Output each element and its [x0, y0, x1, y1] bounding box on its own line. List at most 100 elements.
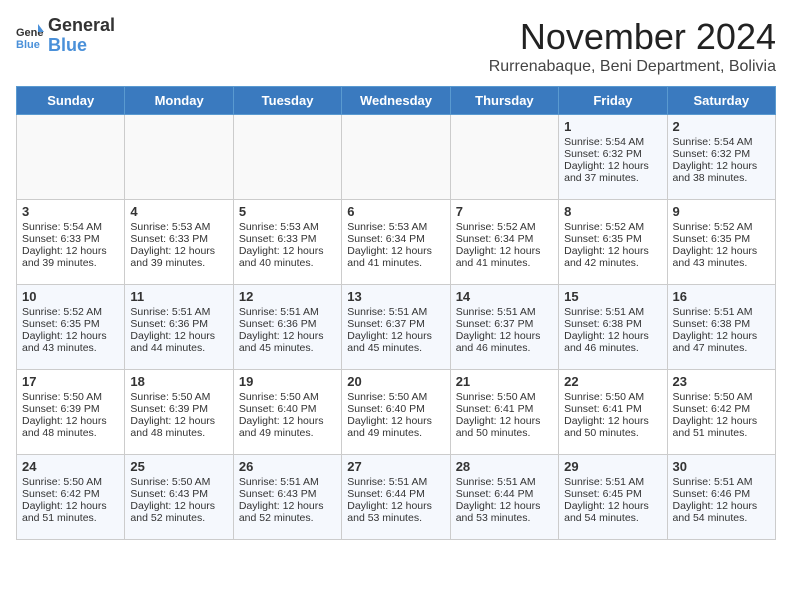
title-section: November 2024 Rurrenabaque, Beni Departm… — [489, 16, 776, 76]
calendar-cell: 8Sunrise: 5:52 AMSunset: 6:35 PMDaylight… — [559, 200, 667, 285]
cell-info-line: Sunset: 6:39 PM — [130, 403, 227, 415]
cell-info-line: Sunset: 6:33 PM — [239, 233, 336, 245]
cell-info-line: Sunset: 6:40 PM — [239, 403, 336, 415]
cell-info-line: Sunrise: 5:51 AM — [239, 476, 336, 488]
calendar-cell: 23Sunrise: 5:50 AMSunset: 6:42 PMDayligh… — [667, 370, 775, 455]
cell-info-line: Sunset: 6:35 PM — [564, 233, 661, 245]
calendar-cell: 27 Sunrise: 5:51 AMSunset: 6:44 PMDayligh… — [342, 455, 450, 540]
cell-info-line: Sunrise: 5:51 AM — [456, 476, 553, 488]
cell-info-line: Sunrise: 5:51 AM — [673, 306, 770, 318]
calendar-cell: 16Sunrise: 5:51 AMSunset: 6:38 PMDayligh… — [667, 285, 775, 370]
logo-icon: General Blue — [16, 22, 44, 50]
weekday-header-row: SundayMondayTuesdayWednesdayThursdayFrid… — [17, 87, 776, 115]
day-number: 6 — [347, 204, 444, 219]
cell-info-line: Sunset: 6:41 PM — [564, 403, 661, 415]
cell-info-line: Sunrise: 5:51 AM — [347, 476, 444, 488]
cell-info-line: Daylight: 12 hours and 43 minutes. — [673, 245, 770, 269]
cell-info-line: Sunset: 6:38 PM — [564, 318, 661, 330]
cell-info-line: Daylight: 12 hours and 42 minutes. — [564, 245, 661, 269]
calendar-week-row: 1Sunrise: 5:54 AMSunset: 6:32 PMDaylight… — [17, 115, 776, 200]
weekday-header-sunday: Sunday — [17, 87, 125, 115]
cell-info-line: Sunset: 6:43 PM — [130, 488, 227, 500]
calendar-cell — [342, 115, 450, 200]
calendar-cell: 3Sunrise: 5:54 AMSunset: 6:33 PMDaylight… — [17, 200, 125, 285]
cell-info-line: Sunrise: 5:50 AM — [239, 391, 336, 403]
cell-info-line: Sunrise: 5:50 AM — [564, 391, 661, 403]
weekday-header-monday: Monday — [125, 87, 233, 115]
cell-info-line: Daylight: 12 hours and 48 minutes. — [130, 415, 227, 439]
cell-info-line: Sunset: 6:42 PM — [22, 488, 119, 500]
calendar-cell: 25 Sunrise: 5:50 AMSunset: 6:43 PMDayligh… — [125, 455, 233, 540]
cell-info-line: Daylight: 12 hours and 47 minutes. — [673, 330, 770, 354]
cell-info-line: Daylight: 12 hours and 45 minutes. — [239, 330, 336, 354]
calendar-cell: 19 Sunrise: 5:50 AMSunset: 6:40 PMDayligh… — [233, 370, 341, 455]
cell-info-line: Daylight: 12 hours and 38 minutes. — [673, 160, 770, 184]
cell-info-line: Sunset: 6:34 PM — [347, 233, 444, 245]
cell-info-line: Sunrise: 5:53 AM — [239, 221, 336, 233]
cell-info-line: Daylight: 12 hours and 53 minutes. — [347, 500, 444, 524]
calendar-cell: 21Sunrise: 5:50 AMSunset: 6:41 PMDayligh… — [450, 370, 558, 455]
weekday-header-saturday: Saturday — [667, 87, 775, 115]
cell-info-line: Sunset: 6:36 PM — [239, 318, 336, 330]
cell-info-line: Sunrise: 5:50 AM — [456, 391, 553, 403]
weekday-header-friday: Friday — [559, 87, 667, 115]
cell-info-line: Daylight: 12 hours and 54 minutes. — [673, 500, 770, 524]
calendar-cell: 12 Sunrise: 5:51 AMSunset: 6:36 PMDayligh… — [233, 285, 341, 370]
calendar-cell: 18Sunrise: 5:50 AMSunset: 6:39 PMDayligh… — [125, 370, 233, 455]
day-number: 24 — [22, 459, 119, 474]
cell-info-line: Sunset: 6:45 PM — [564, 488, 661, 500]
calendar-cell: 30 Sunrise: 5:51 AMSunset: 6:46 PMDayligh… — [667, 455, 775, 540]
logo-blue-text: Blue — [48, 36, 115, 56]
cell-info-line: Sunset: 6:46 PM — [673, 488, 770, 500]
cell-info-line: Sunrise: 5:51 AM — [564, 306, 661, 318]
cell-info-line: Daylight: 12 hours and 49 minutes. — [239, 415, 336, 439]
cell-info-line: Sunrise: 5:50 AM — [130, 391, 227, 403]
cell-info-line: Daylight: 12 hours and 46 minutes. — [456, 330, 553, 354]
weekday-header-tuesday: Tuesday — [233, 87, 341, 115]
day-number: 27 — [347, 459, 444, 474]
day-number: 13 — [347, 289, 444, 304]
cell-info-line: Sunset: 6:44 PM — [347, 488, 444, 500]
calendar-cell: 24Sunrise: 5:50 AMSunset: 6:42 PMDayligh… — [17, 455, 125, 540]
cell-info-line: Daylight: 12 hours and 50 minutes. — [564, 415, 661, 439]
day-number: 12 — [239, 289, 336, 304]
logo-general-text: General — [48, 16, 115, 36]
cell-info-line: Sunset: 6:41 PM — [456, 403, 553, 415]
calendar-cell: 14Sunrise: 5:51 AMSunset: 6:37 PMDayligh… — [450, 285, 558, 370]
cell-info-line: Daylight: 12 hours and 45 minutes. — [347, 330, 444, 354]
day-number: 19 — [239, 374, 336, 389]
day-number: 25 — [130, 459, 227, 474]
calendar-cell: 20Sunrise: 5:50 AMSunset: 6:40 PMDayligh… — [342, 370, 450, 455]
cell-info-line: Sunset: 6:37 PM — [456, 318, 553, 330]
calendar-week-row: 17Sunrise: 5:50 AMSunset: 6:39 PMDayligh… — [17, 370, 776, 455]
day-number: 28 — [456, 459, 553, 474]
cell-info-line: Sunset: 6:39 PM — [22, 403, 119, 415]
cell-info-line: Sunset: 6:35 PM — [673, 233, 770, 245]
cell-info-line: Sunrise: 5:52 AM — [673, 221, 770, 233]
day-number: 30 — [673, 459, 770, 474]
cell-info-line: Sunset: 6:37 PM — [347, 318, 444, 330]
cell-info-line: Sunrise: 5:54 AM — [673, 136, 770, 148]
logo: General Blue General Blue — [16, 16, 115, 56]
calendar-cell: 5Sunrise: 5:53 AMSunset: 6:33 PMDaylight… — [233, 200, 341, 285]
month-title: November 2024 — [489, 16, 776, 58]
cell-info-line: Sunrise: 5:51 AM — [673, 476, 770, 488]
cell-info-line: Daylight: 12 hours and 48 minutes. — [22, 415, 119, 439]
cell-info-line: Sunrise: 5:50 AM — [130, 476, 227, 488]
cell-info-line: Sunset: 6:44 PM — [456, 488, 553, 500]
calendar-cell: 2Sunrise: 5:54 AMSunset: 6:32 PMDaylight… — [667, 115, 775, 200]
cell-info-line: Daylight: 12 hours and 51 minutes. — [673, 415, 770, 439]
cell-info-line: Sunrise: 5:50 AM — [673, 391, 770, 403]
calendar-cell: 15Sunrise: 5:51 AMSunset: 6:38 PMDayligh… — [559, 285, 667, 370]
page-header: General Blue General Blue November 2024 … — [16, 16, 776, 76]
cell-info-line: Sunset: 6:34 PM — [456, 233, 553, 245]
cell-info-line: Daylight: 12 hours and 52 minutes. — [239, 500, 336, 524]
cell-info-line: Sunrise: 5:51 AM — [239, 306, 336, 318]
cell-info-line: Sunrise: 5:51 AM — [130, 306, 227, 318]
day-number: 10 — [22, 289, 119, 304]
cell-info-line: Daylight: 12 hours and 52 minutes. — [130, 500, 227, 524]
cell-info-line: Sunrise: 5:51 AM — [564, 476, 661, 488]
calendar-week-row: 24 Sunrise: 5:50 AM Sunset: 6:42 PM Dayligh… — [17, 455, 776, 540]
day-number: 23 — [673, 374, 770, 389]
cell-info-line: Sunrise: 5:51 AM — [347, 306, 444, 318]
